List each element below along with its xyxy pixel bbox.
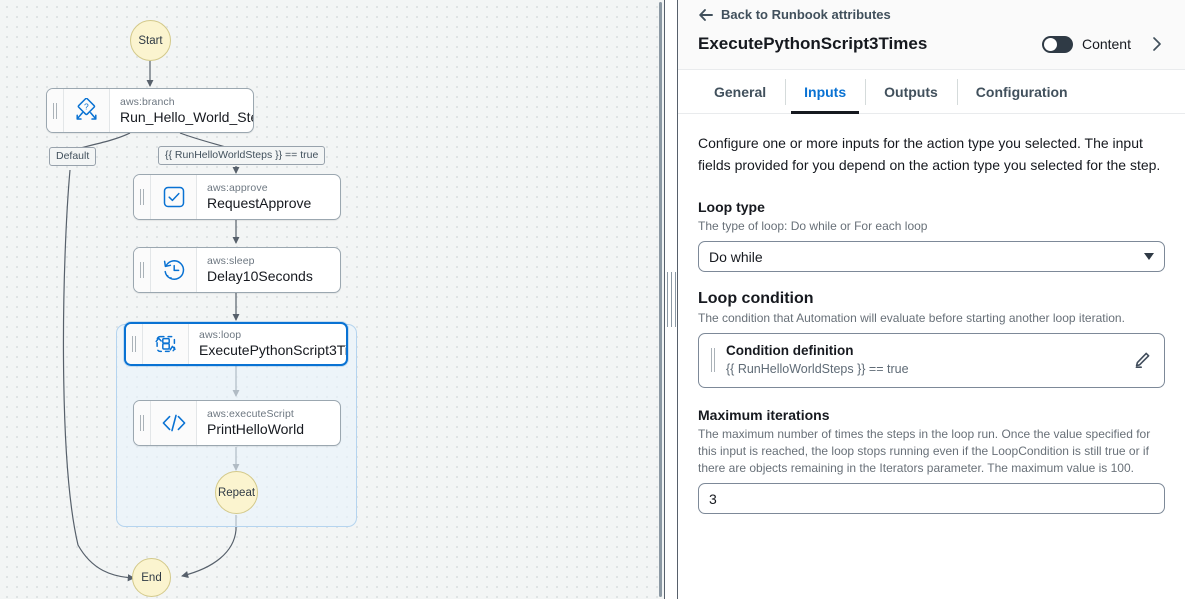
back-to-runbook-attributes-link[interactable]: Back to Runbook attributes <box>698 0 891 24</box>
tab-configuration[interactable]: Configuration <box>957 70 1087 113</box>
panel-header: Back to Runbook attributes ExecutePython… <box>678 0 1185 70</box>
clock-rewind-icon <box>151 248 197 292</box>
svg-text:?: ? <box>84 101 89 111</box>
repeat-node[interactable]: Repeat <box>215 471 258 514</box>
loop-condition-description: The condition that Automation will evalu… <box>698 310 1165 327</box>
branch-icon: ? <box>64 89 110 132</box>
node-type-label: aws:sleep <box>207 255 330 268</box>
loop-type-select-wrapper: Do while For each loop <box>698 241 1165 272</box>
page-title: ExecutePythonScript3Times <box>698 34 1042 54</box>
field-loop-condition: Loop condition The condition that Automa… <box>698 290 1165 388</box>
tab-general[interactable]: General <box>695 70 785 113</box>
node-drag-handle[interactable] <box>134 248 151 292</box>
arrow-left-icon <box>698 7 714 23</box>
start-node[interactable]: Start <box>130 20 171 61</box>
tab-general-label: General <box>714 84 766 100</box>
panel-tabs: General Inputs Outputs Configuration <box>678 70 1185 114</box>
condition-drag-handle[interactable] <box>707 348 719 372</box>
pencil-edit-icon[interactable] <box>1132 350 1152 370</box>
tab-configuration-label: Configuration <box>976 84 1068 100</box>
resize-grip-icon[interactable] <box>667 272 676 327</box>
node-name-label: Delay10Seconds <box>207 268 330 285</box>
tab-inputs-label: Inputs <box>804 84 846 100</box>
node-drag-handle[interactable] <box>47 89 64 132</box>
toggle-knob <box>1044 38 1057 51</box>
canvas-vertical-scrollbar[interactable] <box>658 0 663 599</box>
max-iterations-label: Maximum iterations <box>698 406 1165 424</box>
content-toggle[interactable] <box>1042 36 1073 53</box>
end-node[interactable]: End <box>132 558 171 597</box>
loop-type-label: Loop type <box>698 198 1165 216</box>
node-drag-handle[interactable] <box>134 401 151 445</box>
condition-definition-title: Condition definition <box>726 342 1132 360</box>
scrollbar-thumb[interactable] <box>659 2 662 597</box>
content-toggle-label: Content <box>1082 36 1131 52</box>
loop-condition-label: Loop condition <box>698 290 1165 308</box>
edge-label-condition: {{ RunHelloWorldSteps }} == true <box>158 146 325 165</box>
node-name-label: ExecutePythonScript3Times <box>199 342 336 359</box>
condition-content: Condition definition {{ RunHelloWorldSte… <box>726 342 1132 378</box>
field-maximum-iterations: Maximum iterations The maximum number of… <box>698 406 1165 514</box>
end-node-label: End <box>141 572 161 584</box>
node-execute-python-script-3-times[interactable]: aws:loop ExecutePythonScript3Times <box>124 322 348 366</box>
condition-definition-value: {{ RunHelloWorldSteps }} == true <box>726 361 1132 378</box>
approve-check-icon <box>151 175 197 219</box>
panel-title-row: ExecutePythonScript3Times Content <box>698 28 1165 60</box>
inputs-form: Configure one or more inputs for the act… <box>678 114 1185 514</box>
loop-type-description: The type of loop: Do while or For each l… <box>698 218 1165 235</box>
workflow-canvas[interactable]: Start ? aws:branch Run_Hello_World_Steps <box>0 0 664 599</box>
max-iterations-description: The maximum number of times the steps in… <box>698 426 1165 477</box>
field-loop-type: Loop type The type of loop: Do while or … <box>698 198 1165 272</box>
node-name-label: Run_Hello_World_Steps <box>120 109 243 126</box>
edge-label-default-text: Default <box>56 150 89 162</box>
node-drag-handle[interactable] <box>134 175 151 219</box>
code-brackets-icon <box>151 401 197 445</box>
node-type-label: aws:loop <box>199 329 336 342</box>
node-drag-handle[interactable] <box>126 324 143 364</box>
node-type-label: aws:approve <box>207 182 330 195</box>
node-name-label: RequestApprove <box>207 195 330 212</box>
edge-label-condition-text: {{ RunHelloWorldSteps }} == true <box>165 149 318 161</box>
chevron-right-icon[interactable] <box>1149 33 1165 55</box>
node-run-hello-world-steps[interactable]: ? aws:branch Run_Hello_World_Steps <box>46 88 254 133</box>
tab-inputs[interactable]: Inputs <box>785 70 865 113</box>
repeat-node-label: Repeat <box>218 487 255 499</box>
back-link-label: Back to Runbook attributes <box>721 7 891 22</box>
node-delay-10-seconds[interactable]: aws:sleep Delay10Seconds <box>133 247 341 293</box>
node-print-hello-world[interactable]: aws:executeScript PrintHelloWorld <box>133 400 341 446</box>
max-iterations-input[interactable] <box>698 483 1165 514</box>
tab-outputs[interactable]: Outputs <box>865 70 957 113</box>
node-type-label: aws:executeScript <box>207 408 330 421</box>
node-type-label: aws:branch <box>120 96 243 109</box>
tab-outputs-label: Outputs <box>884 84 938 100</box>
loop-icon <box>143 324 189 364</box>
node-name-label: PrintHelloWorld <box>207 421 330 438</box>
node-request-approve[interactable]: aws:approve RequestApprove <box>133 174 341 220</box>
edge-label-default: Default <box>49 147 96 166</box>
runbook-visual-designer: Start ? aws:branch Run_Hello_World_Steps <box>0 0 1185 599</box>
condition-definition-item[interactable]: Condition definition {{ RunHelloWorldSte… <box>698 333 1165 388</box>
loop-type-select[interactable]: Do while For each loop <box>698 241 1165 272</box>
start-node-label: Start <box>138 35 162 47</box>
inputs-intro-text: Configure one or more inputs for the act… <box>698 132 1165 176</box>
step-details-panel: Back to Runbook attributes ExecutePython… <box>678 0 1185 599</box>
